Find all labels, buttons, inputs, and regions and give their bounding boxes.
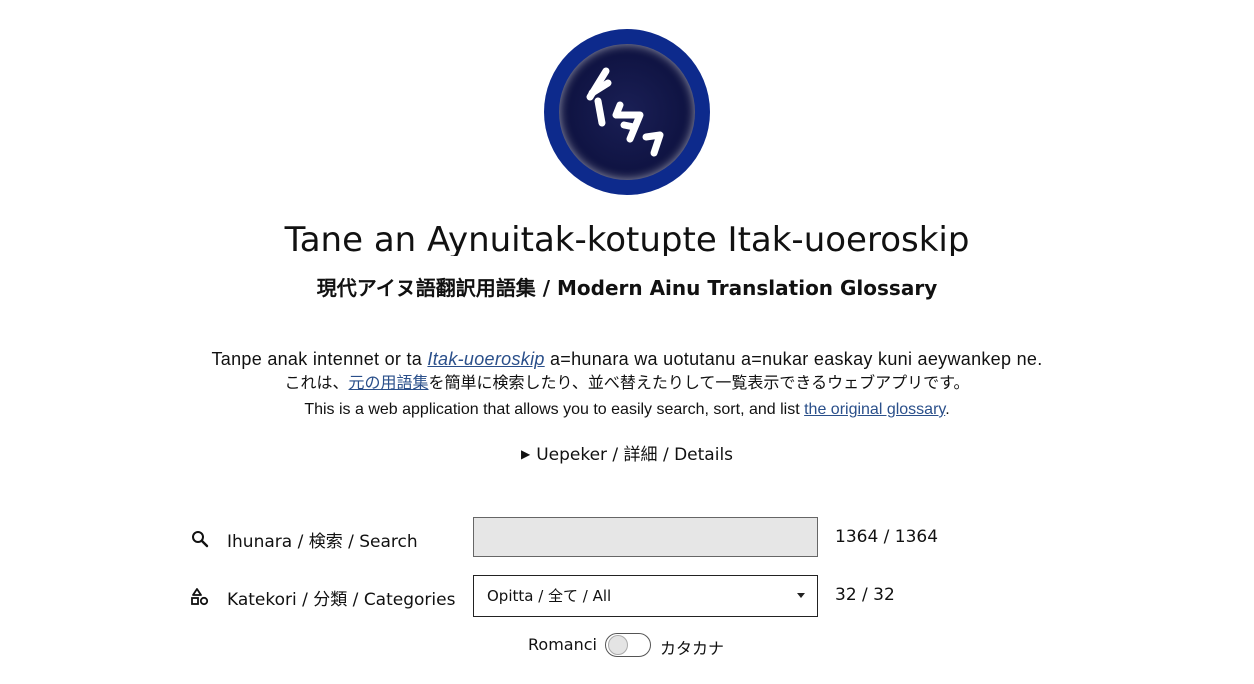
details-label: Uepeker / 詳細 / Details [536, 445, 734, 465]
intro-english-line: This is a web application that allows yo… [0, 397, 1254, 423]
logo-glyph-icon [586, 67, 664, 157]
search-label: Ihunara / 検索 / Search [227, 532, 418, 552]
intro-english-text: This is a web application that allows yo… [304, 401, 805, 418]
category-row: Katekori / 分類 / Categories Opitta / 全て /… [0, 575, 1254, 617]
toggle-knob [608, 635, 628, 655]
chevron-down-icon [797, 593, 805, 598]
intro-japanese-text: これは、 [284, 375, 349, 392]
original-glossary-link-en[interactable]: the original glossary [804, 401, 945, 418]
details-toggle[interactable]: ▶ Uepeker / 詳細 / Details [0, 440, 1254, 465]
itak-uoeroskip-link[interactable]: Itak-uoeroskip [427, 349, 544, 369]
intro-ainu-text: Tanpe anak intennet or ta [211, 349, 428, 369]
intro: Tanpe anak intennet or ta Itak-uoeroskip… [0, 347, 1254, 423]
katakana-label: カタカナ [660, 639, 725, 658]
intro-ainu-text-end: a=hunara wa uotutanu a=nukar easkay kuni… [544, 349, 1043, 369]
category-shapes-icon [191, 588, 209, 606]
search-icon [192, 531, 209, 548]
original-glossary-link-ja[interactable]: 元の用語集 [349, 375, 429, 392]
category-selected-value: Opitta / 全て / All [487, 587, 612, 605]
romanci-label: Romanci [528, 635, 597, 654]
script-toggle-row: Romanci カタカナ [0, 632, 1254, 660]
intro-ainu-line: Tanpe anak intennet or ta Itak-uoeroskip… [0, 347, 1254, 371]
intro-japanese-text-end: を簡単に検索したり、並べ替えたりして一覧表示できるウェブアプリです。 [428, 375, 970, 392]
page-subtitle: 現代アイヌ語翻訳用語集 / Modern Ainu Translation Gl… [316, 276, 938, 300]
disclosure-triangle-icon: ▶ [520, 447, 531, 461]
search-row: Ihunara / 検索 / Search 1364 / 1364 [0, 517, 1254, 559]
logo [544, 29, 710, 195]
logo-inner [559, 44, 695, 180]
category-label: Katekori / 分類 / Categories [227, 590, 456, 610]
script-toggle-switch[interactable] [605, 633, 651, 657]
category-select[interactable]: Opitta / 全て / All [473, 575, 818, 617]
page-title: Tane an Aynuitak-kotupte Itak-uoeroskip [284, 220, 970, 256]
intro-japanese-line: これは、元の用語集を簡単に検索したり、並べ替えたりして一覧表示できるウェブアプリ… [0, 371, 1254, 397]
category-count: 32 / 32 [835, 585, 895, 605]
intro-english-text-end: . [945, 401, 950, 418]
search-result-count: 1364 / 1364 [835, 527, 939, 547]
search-input[interactable] [473, 517, 818, 557]
